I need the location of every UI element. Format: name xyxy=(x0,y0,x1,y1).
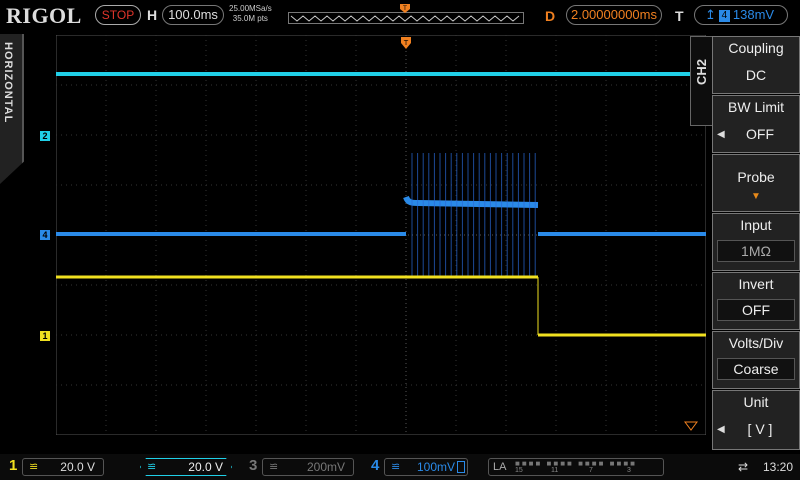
volts-div-value: Coarse xyxy=(717,358,795,380)
sample-rate: 25.00MSa/s xyxy=(229,4,272,13)
input-value: 1MΩ xyxy=(717,240,795,262)
coupling-value: DC xyxy=(745,67,767,83)
coupling-label: Coupling xyxy=(728,40,784,56)
ch1-number: 1 xyxy=(9,457,18,474)
invert-label: Invert xyxy=(738,276,774,292)
la-label: LA xyxy=(493,461,507,473)
invert-value: OFF xyxy=(717,299,795,321)
volts-div-label: Volts/Div xyxy=(728,335,784,351)
ch3-scale[interactable]: 3 ≌ 200mV xyxy=(249,458,354,476)
horizontal-label: H xyxy=(147,7,158,23)
ch1-offset-marker[interactable]: 1 xyxy=(40,331,50,341)
menu-tab: CH2 xyxy=(690,36,713,126)
ch3-scale-value: 200mV xyxy=(306,460,345,474)
memory-waveform-icon xyxy=(290,15,520,22)
ch2-scale-value: 20.0 V xyxy=(188,460,223,474)
menu-title: CH2 xyxy=(694,59,709,86)
menu-item-invert[interactable]: Invert OFF xyxy=(712,272,800,330)
trigger-source-badge: 4 xyxy=(718,9,730,22)
trigger-setting[interactable]: ↥ 4 138mV xyxy=(694,5,788,25)
bw-limit-label: BW Limit xyxy=(728,99,784,115)
left-arrow-icon: ◀ xyxy=(717,424,725,435)
dc-coupling-icon: ≌ xyxy=(29,461,39,473)
rising-edge-icon: ↥ xyxy=(705,7,716,22)
ch1-scale-value: 20.0 V xyxy=(60,460,95,474)
unit-value: [ V ] xyxy=(747,421,773,437)
ch4-scale-value: 100mV xyxy=(416,460,455,474)
horizontal-tab[interactable]: HORIZONTAL xyxy=(0,34,24,184)
horizontal-tab-label: HORIZONTAL xyxy=(2,42,14,124)
brand-logo: RIGOL xyxy=(6,3,82,28)
dc-coupling-icon: ≌ xyxy=(391,461,401,473)
menu-item-bw-limit[interactable]: BW Limit ◀ OFF xyxy=(712,95,800,153)
unit-label: Unit xyxy=(743,394,769,410)
impedance-icon xyxy=(457,461,465,473)
input-label: Input xyxy=(740,217,772,233)
menu-item-probe[interactable]: Probe ▼ xyxy=(712,154,800,212)
trigger-position-icon: T xyxy=(400,4,410,13)
channel-menu: CH2 Coupling DC BW Limit ◀ OFF Probe ▼ I… xyxy=(690,36,800,450)
waveform-canvas: T xyxy=(55,34,707,436)
dropdown-arrow-icon: ▼ xyxy=(751,191,761,202)
system-clock: 13:20 xyxy=(763,460,794,474)
dc-coupling-icon: ≌ xyxy=(269,461,279,473)
la-group-7: 7 xyxy=(589,467,593,474)
menu-item-input[interactable]: Input 1MΩ xyxy=(712,213,800,271)
ch2-offset-marker[interactable]: 2 xyxy=(40,131,50,141)
ch2-number: 2 xyxy=(127,457,136,474)
menu-item-coupling[interactable]: Coupling DC xyxy=(712,36,800,94)
la-group-3: 3 xyxy=(627,467,631,474)
ch1-scale[interactable]: 1 ≌ 20.0 V xyxy=(9,458,104,476)
acquisition-info: 25.00MSa/s 35.0M pts xyxy=(229,4,272,24)
svg-text:T: T xyxy=(402,5,407,12)
menu-item-unit[interactable]: Unit ◀ [ V ] xyxy=(712,390,800,450)
delay-value[interactable]: 2.00000000ms xyxy=(566,5,662,25)
la-group-11: 11 xyxy=(551,467,559,474)
trigger-label: T xyxy=(675,8,684,24)
menu-item-volts-div[interactable]: Volts/Div Coarse xyxy=(712,331,800,389)
la-bit-indicators: ■■■■ ■■■■ ■■■■ ■■■■ xyxy=(515,459,637,468)
bw-limit-value: OFF xyxy=(746,126,774,142)
memory-overview: T xyxy=(288,4,524,24)
left-arrow-icon: ◀ xyxy=(717,129,725,140)
trigger-level: 138mV xyxy=(732,7,775,22)
channel-bar: 1 ≌ 20.0 V 2 ≌ 20.0 V 3 ≌ 200mV 4 ≌ 100m… xyxy=(0,454,800,480)
probe-label: Probe xyxy=(737,169,775,185)
la-group-15: 15 xyxy=(515,467,523,474)
status-bar: RIGOL STOP H 100.0ms 25.00MSa/s 35.0M pt… xyxy=(0,0,800,34)
timebase-value[interactable]: 100.0ms xyxy=(162,5,224,25)
dc-coupling-icon: ≌ xyxy=(147,461,157,473)
waveform-display[interactable]: T xyxy=(55,34,707,436)
ch3-number: 3 xyxy=(249,457,258,474)
ch4-scale[interactable]: 4 ≌ 100mV xyxy=(371,458,468,476)
ch4-offset-marker[interactable]: 4 xyxy=(40,230,50,240)
logic-analyzer-status[interactable]: LA ■■■■ ■■■■ ■■■■ ■■■■ 15 11 7 3 xyxy=(488,458,664,476)
ch2-scale[interactable]: 2 ≌ 20.0 V xyxy=(140,458,232,476)
usb-icon: ⇄ xyxy=(738,460,749,474)
delay-label: D xyxy=(545,8,556,24)
memory-depth: 35.0M pts xyxy=(232,14,268,23)
ch4-number: 4 xyxy=(371,457,380,474)
run-stop-status[interactable]: STOP xyxy=(95,5,141,25)
svg-text:T: T xyxy=(403,39,409,47)
